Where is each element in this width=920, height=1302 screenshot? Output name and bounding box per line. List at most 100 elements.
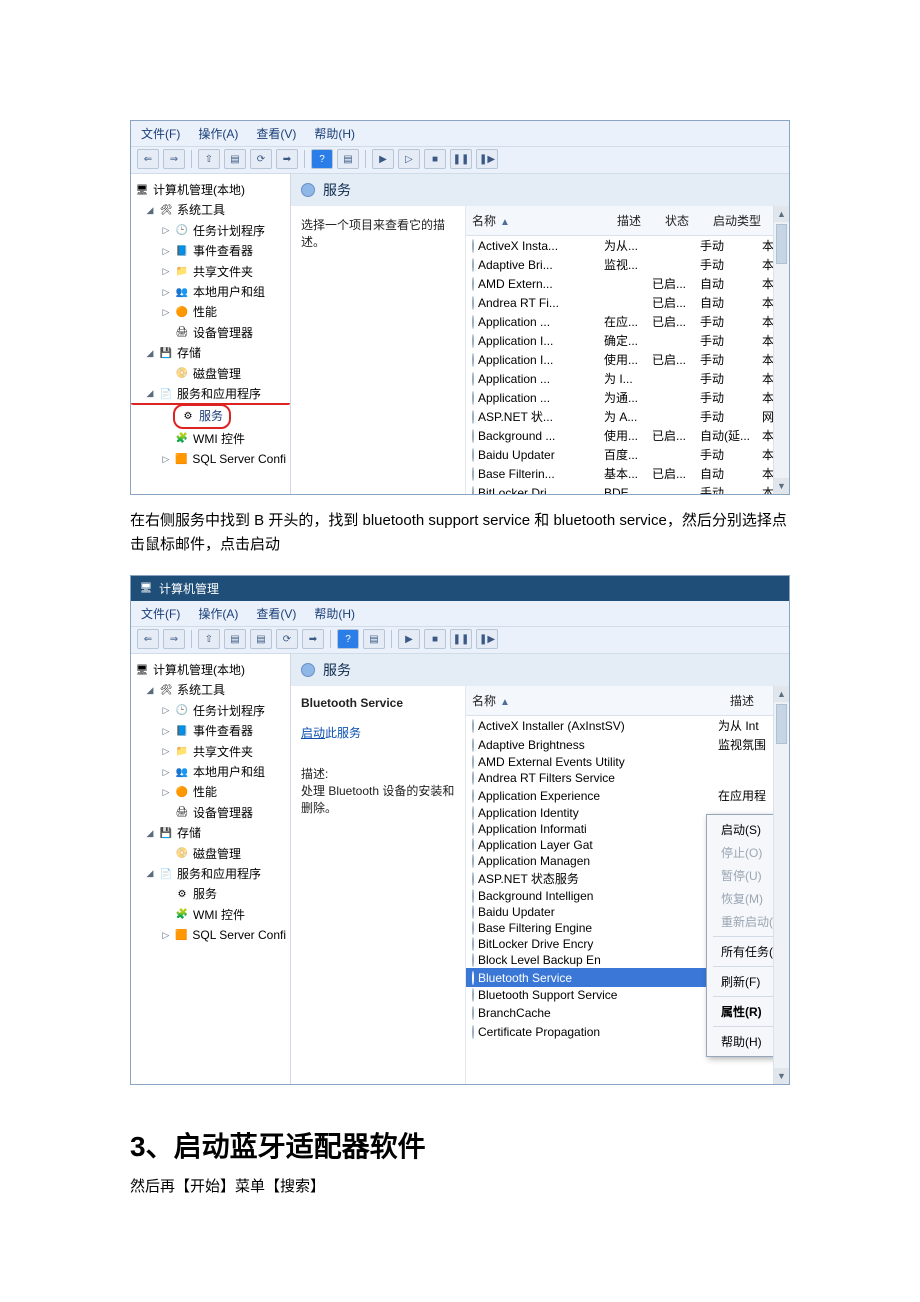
refresh-button[interactable]: ⟳: [250, 149, 272, 169]
sheet2-button[interactable]: ▤: [363, 629, 385, 649]
forward-button[interactable]: ⇒: [163, 629, 185, 649]
tree-root[interactable]: 🖥计算机管理(本地): [135, 180, 286, 200]
tree-performance[interactable]: ▷🟠性能: [135, 782, 286, 802]
ctx-refresh[interactable]: 刷新(F): [707, 970, 773, 993]
scroll-thumb[interactable]: [776, 704, 787, 744]
ctx-help[interactable]: 帮助(H): [707, 1030, 773, 1053]
tree-disk-mgmt[interactable]: 📀磁盘管理: [135, 844, 286, 864]
service-row[interactable]: Application I...使用...已启...手动本地: [466, 350, 773, 369]
back-button[interactable]: ⇐: [137, 629, 159, 649]
tree-task-scheduler[interactable]: ▷🕒任务计划程序: [135, 221, 286, 241]
props-button[interactable]: ▤: [224, 149, 246, 169]
sheet-button[interactable]: ▤: [337, 149, 359, 169]
col-name[interactable]: 名称▲: [472, 212, 617, 229]
start-service-link[interactable]: 启动此服务: [301, 724, 361, 741]
service-row[interactable]: Adaptive Brightness监视氛围: [466, 735, 773, 754]
menu-view[interactable]: 查看(V): [256, 605, 296, 622]
service-row[interactable]: Application ...在应...已启...手动本地: [466, 312, 773, 331]
menu-file[interactable]: 文件(F): [141, 125, 180, 142]
skip-button[interactable]: ❚▶: [476, 149, 498, 169]
pause-button[interactable]: ❚❚: [450, 629, 472, 649]
col-startup[interactable]: 启动类型: [713, 212, 773, 229]
service-row[interactable]: BitLocker Dri...BDE...手动本地: [466, 483, 773, 494]
tree-storage[interactable]: ◢💾存储: [135, 823, 286, 843]
scroll-up-icon[interactable]: ▲: [774, 686, 789, 702]
scroll-down-icon[interactable]: ▼: [774, 1068, 789, 1084]
tree-sql[interactable]: ▷🟧SQL Server Confi: [135, 925, 286, 945]
ctx-start[interactable]: 启动(S): [707, 818, 773, 841]
forward-button[interactable]: ⇒: [163, 149, 185, 169]
play-button[interactable]: ▶: [398, 629, 420, 649]
tree-device-manager[interactable]: 🖨设备管理器: [135, 323, 286, 343]
menu-action[interactable]: 操作(A): [198, 605, 238, 622]
tree-services-and-apps[interactable]: ◢📄服务和应用程序: [135, 864, 286, 884]
refresh-button[interactable]: ⟳: [276, 629, 298, 649]
stop-button[interactable]: ■: [424, 149, 446, 169]
tree-wmi[interactable]: 🧩WMI 控件: [135, 905, 286, 925]
service-row[interactable]: Base Filterin...基本...已启...自动本地: [466, 464, 773, 483]
scroll-thumb[interactable]: [776, 224, 787, 264]
tree-services[interactable]: ⚙服务: [135, 404, 286, 428]
help-button[interactable]: ?: [337, 629, 359, 649]
menu-file[interactable]: 文件(F): [141, 605, 180, 622]
tree-shared-folders[interactable]: ▷📁共享文件夹: [135, 742, 286, 762]
back-button[interactable]: ⇐: [137, 149, 159, 169]
menu-view[interactable]: 查看(V): [256, 125, 296, 142]
col-status[interactable]: 状态: [665, 212, 713, 229]
service-row[interactable]: Andrea RT Fi...已启...自动本地: [466, 293, 773, 312]
tree-local-users[interactable]: ▷👥本地用户和组: [135, 762, 286, 782]
tree-performance[interactable]: ▷🟠性能: [135, 302, 286, 322]
skip-button[interactable]: ❚▶: [476, 629, 498, 649]
tree-wmi[interactable]: 🧩WMI 控件: [135, 429, 286, 449]
scroll-up-icon[interactable]: ▲: [774, 206, 789, 222]
tree-systemtools[interactable]: ◢🛠系统工具: [135, 680, 286, 700]
ctx-properties[interactable]: 属性(R): [707, 1000, 773, 1023]
service-row[interactable]: Adaptive Bri...监视...手动本地: [466, 255, 773, 274]
tree-event-viewer[interactable]: ▷📘事件查看器: [135, 721, 286, 741]
stop-button[interactable]: ■: [424, 629, 446, 649]
col-desc[interactable]: 描述: [617, 212, 665, 229]
tree-disk-mgmt[interactable]: 📀磁盘管理: [135, 364, 286, 384]
service-row[interactable]: Background ...使用...已启...自动(延...本地: [466, 426, 773, 445]
play2-button[interactable]: ▷: [398, 149, 420, 169]
menu-action[interactable]: 操作(A): [198, 125, 238, 142]
export-button[interactable]: ➡: [302, 629, 324, 649]
tree-task-scheduler[interactable]: ▷🕒任务计划程序: [135, 701, 286, 721]
tree-storage[interactable]: ◢💾存储: [135, 343, 286, 363]
ctx-all-tasks[interactable]: 所有任务(K): [707, 940, 773, 963]
service-row[interactable]: Baidu Updater百度...手动本地: [466, 445, 773, 464]
up-button[interactable]: ⇧: [198, 629, 220, 649]
tree-sql[interactable]: ▷🟧SQL Server Confi: [135, 449, 286, 469]
help-button[interactable]: ?: [311, 149, 333, 169]
service-row[interactable]: Application ...为通...手动本地: [466, 388, 773, 407]
service-row[interactable]: Andrea RT Filters Service: [466, 770, 773, 786]
col-name[interactable]: 名称▲: [472, 692, 730, 709]
export-button[interactable]: ➡: [276, 149, 298, 169]
up-button[interactable]: ⇧: [198, 149, 220, 169]
service-row[interactable]: ActiveX Installer (AxInstSV)为从 Int: [466, 716, 773, 735]
play-button[interactable]: ▶: [372, 149, 394, 169]
service-row[interactable]: Application I...确定...手动本地: [466, 331, 773, 350]
tree-event-viewer[interactable]: ▷📘事件查看器: [135, 241, 286, 261]
service-row[interactable]: AMD External Events Utility: [466, 754, 773, 770]
tree-services[interactable]: ⚙服务: [135, 884, 286, 904]
tree-shared-folders[interactable]: ▷📁共享文件夹: [135, 262, 286, 282]
menu-help[interactable]: 帮助(H): [314, 605, 355, 622]
service-row[interactable]: ASP.NET 状...为 A...手动网络: [466, 407, 773, 426]
tree-systemtools[interactable]: ◢🛠系统工具: [135, 200, 286, 220]
tree-local-users[interactable]: ▷👥本地用户和组: [135, 282, 286, 302]
service-row[interactable]: ActiveX Insta...为从...手动本地: [466, 236, 773, 255]
tree-device-manager[interactable]: 🖨设备管理器: [135, 803, 286, 823]
scroll-down-icon[interactable]: ▼: [774, 478, 789, 494]
props-button[interactable]: ▤: [224, 629, 246, 649]
pause-button[interactable]: ❚❚: [450, 149, 472, 169]
service-row[interactable]: AMD Extern...已启...自动本地: [466, 274, 773, 293]
scrollbar[interactable]: ▲ ▼: [773, 206, 789, 494]
tree-services-and-apps[interactable]: ◢📄服务和应用程序: [135, 384, 286, 404]
service-row[interactable]: Application Experience在应用程: [466, 786, 773, 805]
menu-help[interactable]: 帮助(H): [314, 125, 355, 142]
service-row[interactable]: Application ...为 I...手动本地: [466, 369, 773, 388]
tree-root[interactable]: 🖥计算机管理(本地): [135, 660, 286, 680]
scrollbar[interactable]: ▲ ▼: [773, 686, 789, 1084]
sheet-button[interactable]: ▤: [250, 629, 272, 649]
